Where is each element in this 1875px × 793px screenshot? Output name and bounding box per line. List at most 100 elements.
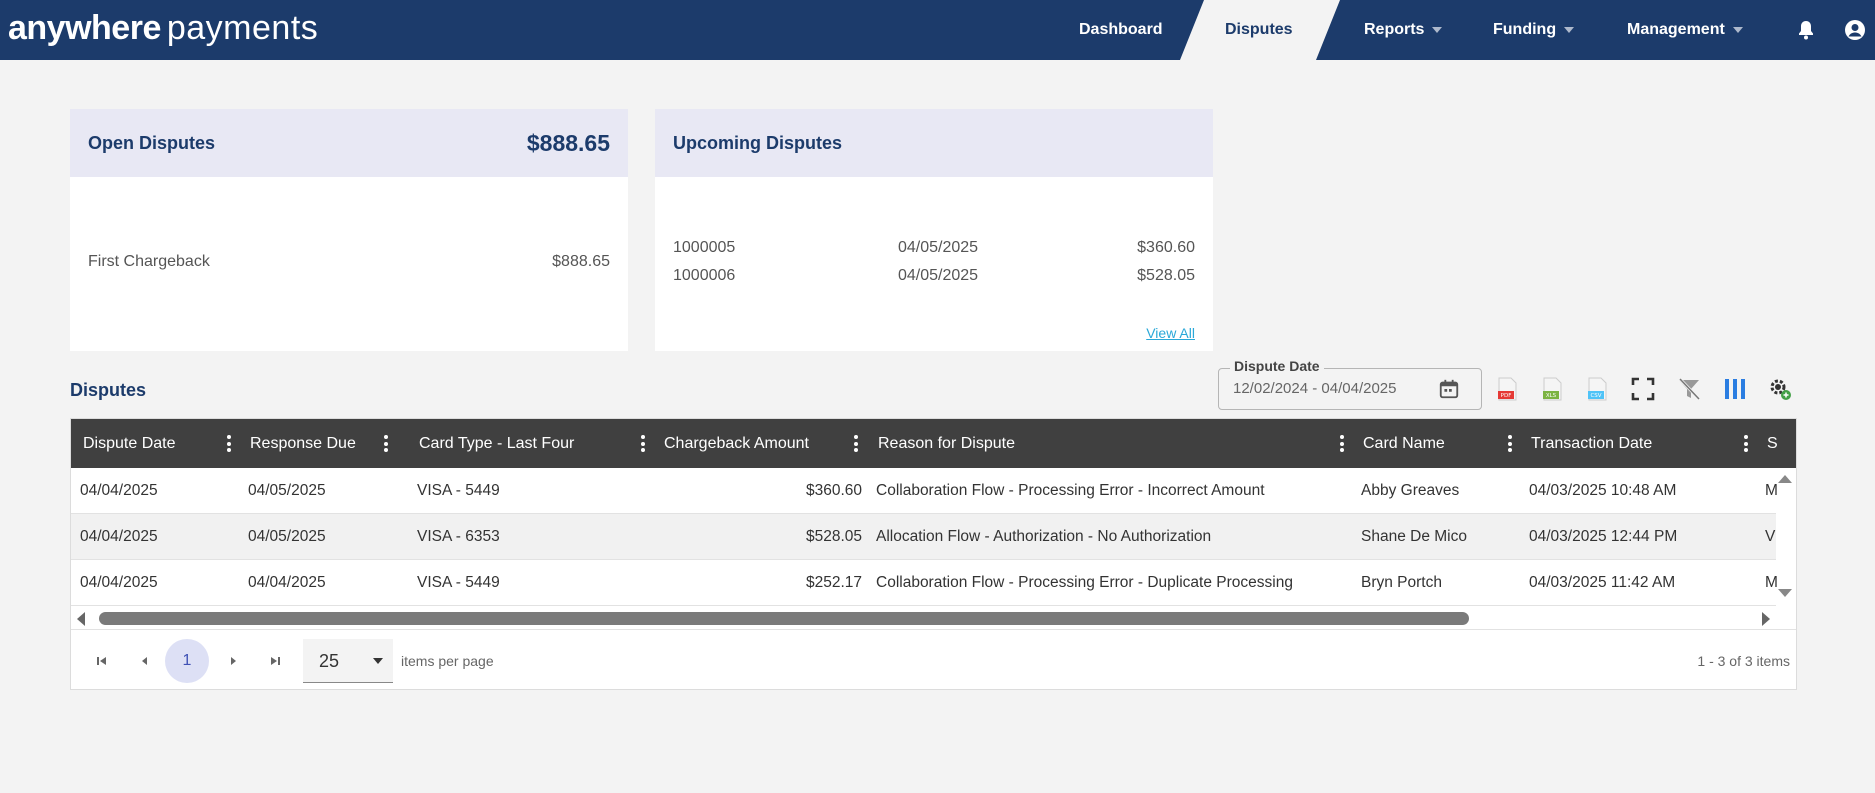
horizontal-scrollbar[interactable] [71, 607, 1796, 629]
column-menu-icon[interactable] [641, 435, 645, 452]
nav-dashboard[interactable]: Dashboard [1079, 0, 1163, 60]
column-menu-icon[interactable] [227, 435, 231, 452]
nav-management[interactable]: Management [1627, 0, 1743, 60]
upcoming-disputes-header: Upcoming Disputes [655, 109, 1213, 177]
cell-dispute-date: 04/04/2025 [80, 528, 158, 545]
cell-truncated: M [1765, 482, 1778, 499]
cell-chargeback-amount: $252.17 [805, 574, 862, 591]
items-per-page-label: items per page [401, 653, 494, 669]
column-header-response-due[interactable]: Response Due [250, 419, 356, 468]
column-header-reason[interactable]: Reason for Dispute [878, 419, 1015, 468]
horizontal-scrollbar-thumb[interactable] [99, 612, 1469, 625]
cell-dispute-date: 04/04/2025 [80, 574, 158, 591]
cell-reason: Collaboration Flow - Processing Error - … [876, 574, 1293, 591]
top-navigation-bar: anywhere payments Dashboard Disputes Repo… [0, 0, 1875, 60]
upcoming-dispute-date: 04/05/2025 [898, 239, 979, 256]
column-menu-icon[interactable] [854, 435, 858, 452]
column-header-truncated[interactable]: S [1767, 419, 1778, 468]
nav-management-label: Management [1627, 21, 1725, 38]
nav-reports[interactable]: Reports [1364, 0, 1443, 60]
dropdown-caret-icon [373, 658, 383, 664]
page-size-select[interactable]: 25 [303, 639, 393, 683]
cell-response-due: 04/04/2025 [248, 574, 326, 591]
scroll-right-arrow-icon[interactable] [1762, 612, 1770, 626]
column-menu-icon[interactable] [1744, 435, 1748, 452]
column-menu-icon[interactable] [384, 435, 388, 452]
column-header-transaction-date[interactable]: Transaction Date [1531, 419, 1652, 468]
scroll-down-arrow-icon[interactable] [1778, 589, 1792, 597]
first-page-icon[interactable] [93, 652, 111, 670]
nav-reports-label: Reports [1364, 21, 1425, 38]
cell-response-due: 04/05/2025 [248, 528, 326, 545]
cell-response-due: 04/05/2025 [248, 482, 326, 499]
user-icon[interactable] [1843, 18, 1867, 42]
chevron-down-icon [1432, 26, 1443, 33]
upcoming-disputes-card: Upcoming Disputes 1000005 04/05/2025 $36… [655, 109, 1213, 351]
calendar-icon[interactable] [1438, 378, 1460, 400]
cell-card-name: Bryn Portch [1361, 574, 1442, 591]
upcoming-disputes-title: Upcoming Disputes [673, 133, 843, 153]
pager-info: 1 - 3 of 3 items [1697, 653, 1790, 669]
brand-name-bold: anywhere [8, 9, 161, 47]
settings-icon[interactable] [1767, 376, 1793, 402]
previous-page-icon[interactable] [136, 652, 154, 670]
table-row[interactable]: 04/04/2025 04/04/2025 VISA - 5449 $252.1… [71, 560, 1778, 606]
chevron-down-icon [1564, 26, 1575, 33]
brand-name-light: payments [166, 9, 319, 47]
cell-card-name: Abby Greaves [1361, 482, 1460, 499]
column-header-dispute-date[interactable]: Dispute Date [83, 419, 176, 468]
table-row[interactable]: 04/04/2025 04/05/2025 VISA - 5449 $360.6… [71, 468, 1778, 514]
open-disputes-header: Open Disputes $888.65 [70, 109, 628, 177]
fullscreen-icon[interactable] [1630, 376, 1656, 402]
table-row[interactable]: 04/04/2025 04/05/2025 VISA - 6353 $528.0… [71, 514, 1776, 560]
nav-funding[interactable]: Funding [1493, 0, 1575, 60]
scroll-left-arrow-icon[interactable] [77, 612, 85, 626]
page-size-value: 25 [319, 651, 340, 671]
columns-icon[interactable] [1722, 376, 1748, 402]
upcoming-dispute-id: 1000005 [673, 239, 736, 256]
disputes-grid: Dispute Date Response Due Card Type - La… [70, 418, 1797, 690]
column-header-chargeback-amount[interactable]: Chargeback Amount [664, 419, 809, 468]
cell-card-type: VISA - 5449 [417, 574, 500, 591]
cell-reason: Allocation Flow - Authorization - No Aut… [876, 528, 1212, 545]
pdf-export-icon[interactable]: PDF [1494, 376, 1520, 402]
nav-disputes-label: Disputes [1225, 21, 1293, 38]
bell-icon[interactable] [1794, 18, 1818, 42]
open-disputes-title: Open Disputes [88, 133, 216, 153]
column-menu-icon[interactable] [1508, 435, 1512, 452]
disputes-section-title: Disputes [70, 380, 147, 400]
cell-chargeback-amount: $528.05 [805, 528, 862, 545]
cell-chargeback-amount: $360.60 [805, 482, 862, 499]
cell-card-type: VISA - 6353 [417, 528, 500, 545]
scroll-up-arrow-icon[interactable] [1778, 475, 1792, 483]
grid-header-row: Dispute Date Response Due Card Type - La… [71, 419, 1796, 468]
xls-export-icon[interactable]: XLS [1539, 376, 1565, 402]
view-all-link[interactable]: View All [1146, 325, 1195, 341]
open-dispute-amount: $888.65 [552, 253, 610, 270]
next-page-icon[interactable] [224, 652, 242, 670]
column-menu-icon[interactable] [1340, 435, 1344, 452]
grid-pager: 1 25 items per page 1 - 3 of 3 items [71, 629, 1796, 689]
svg-text:CSV: CSV [1590, 393, 1601, 399]
upcoming-dispute-date: 04/05/2025 [898, 267, 979, 284]
nav-disputes[interactable]: Disputes [1225, 0, 1293, 60]
cell-transaction-date: 04/03/2025 11:42 AM [1529, 574, 1676, 591]
page-number-button[interactable]: 1 [165, 639, 209, 683]
dispute-date-label: Dispute Date [1230, 358, 1324, 374]
column-header-card-type[interactable]: Card Type - Last Four [419, 419, 574, 468]
svg-text:PDF: PDF [1501, 393, 1512, 399]
last-page-icon[interactable] [266, 652, 284, 670]
cell-dispute-date: 04/04/2025 [80, 482, 158, 499]
csv-export-icon[interactable]: CSV [1584, 376, 1610, 402]
dispute-date-range-value: 12/02/2024 - 04/04/2025 [1233, 380, 1397, 397]
column-header-card-name[interactable]: Card Name [1363, 419, 1445, 468]
brand-logo[interactable]: anywhere payments [8, 8, 318, 48]
clear-filter-icon[interactable] [1676, 376, 1702, 402]
upcoming-dispute-id: 1000006 [673, 267, 736, 284]
open-disputes-card: Open Disputes $888.65 First Chargeback $… [70, 109, 628, 351]
upcoming-dispute-amount: $528.05 [1137, 267, 1195, 284]
svg-text:XLS: XLS [1546, 393, 1557, 399]
open-dispute-label: First Chargeback [88, 253, 210, 270]
cell-truncated: V [1765, 528, 1776, 545]
chevron-down-icon [1732, 26, 1743, 33]
